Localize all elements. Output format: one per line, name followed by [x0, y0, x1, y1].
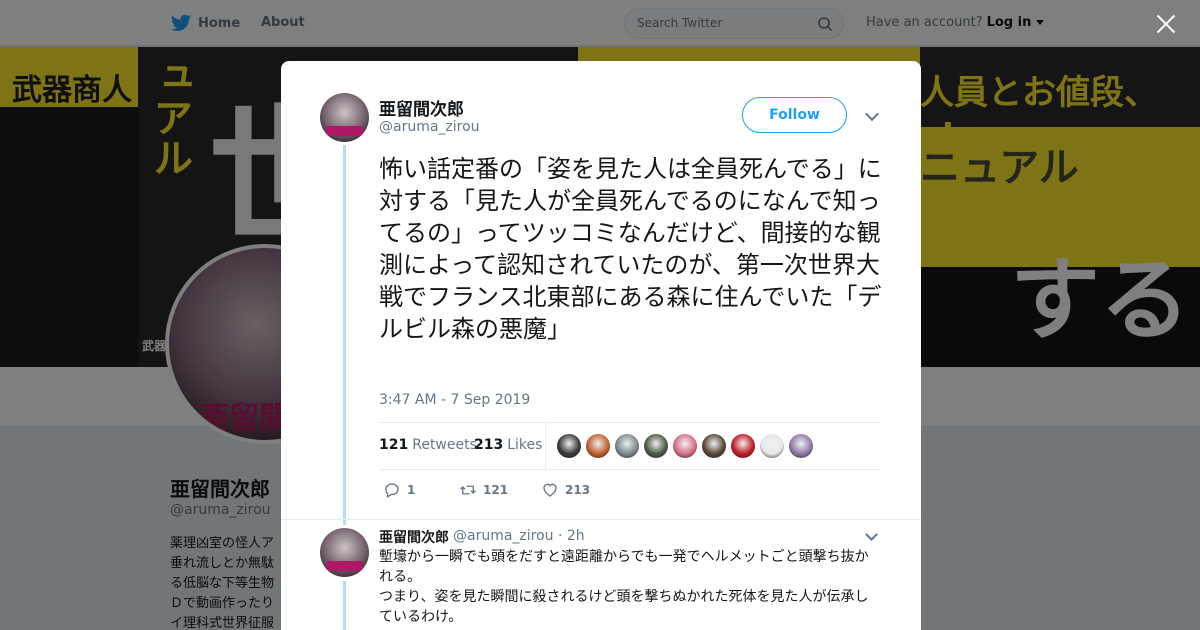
likes-stat[interactable]: 213 Likes [474, 437, 542, 453]
reply-text: 塹壕から一瞬でも頭をだすと遠距離からでも一発でヘルメットごと頭撃ち抜かれる。 つ… [379, 547, 879, 627]
author-name[interactable]: 亜留間次郎 [379, 95, 464, 120]
liker-avatar[interactable] [557, 434, 581, 458]
reply-button[interactable]: 1 [383, 481, 415, 499]
reply-author-avatar[interactable] [320, 528, 369, 577]
reply-author-handle[interactable]: @aruma_zirou · 2h [453, 528, 585, 544]
likes-count: 213 [474, 437, 504, 453]
liker-avatar[interactable] [760, 434, 784, 458]
tweet-actions: 1 121 213 [379, 479, 679, 503]
liker-avatar[interactable] [789, 434, 813, 458]
author-avatar[interactable] [320, 93, 369, 142]
retweets-stat[interactable]: 121 Retweets [379, 437, 477, 453]
retweets-count: 121 [379, 437, 409, 453]
thread-line [343, 581, 346, 630]
liker-avatar[interactable] [702, 434, 726, 458]
liker-avatar[interactable] [731, 434, 755, 458]
like-count: 213 [565, 483, 591, 497]
heart-icon [543, 483, 557, 497]
chevron-down-icon[interactable] [864, 106, 880, 122]
reply-text-line: つまり、姿を見た瞬間に殺されるけど頭を撃ちぬかれた死体を見た人が伝承しているわけ… [379, 589, 869, 625]
close-icon[interactable] [1154, 12, 1178, 36]
like-button[interactable]: 213 [541, 481, 590, 499]
tweet-stats: 121 Retweets 213 Likes [379, 422, 881, 470]
reply-text-line: 塹壕から一瞬でも頭をだすと遠距離からでも一発でヘルメットごと頭撃ち抜かれる。 [379, 549, 869, 585]
divider [545, 423, 546, 469]
retweet-button[interactable]: 121 [459, 481, 508, 499]
follow-button[interactable]: Follow [742, 97, 847, 133]
avatar-stamp [326, 561, 363, 571]
tweet-text: 怖い話定番の「姿を見た人は全員死んでる」に対する「見た人が全員死んでるのになんで… [379, 155, 882, 343]
liker-avatar[interactable] [644, 434, 668, 458]
retweet-count: 121 [483, 483, 509, 497]
retweets-label: Retweets [412, 437, 477, 453]
author-handle[interactable]: @aruma_zirou [379, 119, 480, 135]
liker-avatar[interactable] [673, 434, 697, 458]
liker-avatar[interactable] [615, 434, 639, 458]
liker-avatar[interactable] [586, 434, 610, 458]
chevron-down-icon[interactable] [865, 528, 878, 541]
tweet-modal: 亜留間次郎 @aruma_zirou Follow 怖い話定番の「姿を見た人は全… [281, 61, 921, 630]
reply-author-name[interactable]: 亜留間次郎 [379, 527, 449, 547]
liker-avatars [557, 434, 813, 458]
reply-icon [385, 483, 399, 498]
retweet-icon [460, 485, 476, 495]
thread-line [343, 145, 346, 525]
likes-label: Likes [507, 437, 543, 453]
avatar-stamp [326, 126, 363, 136]
tweet-timestamp[interactable]: 3:47 AM - 7 Sep 2019 [379, 392, 530, 408]
reply-count: 1 [407, 483, 416, 497]
divider [281, 519, 921, 520]
